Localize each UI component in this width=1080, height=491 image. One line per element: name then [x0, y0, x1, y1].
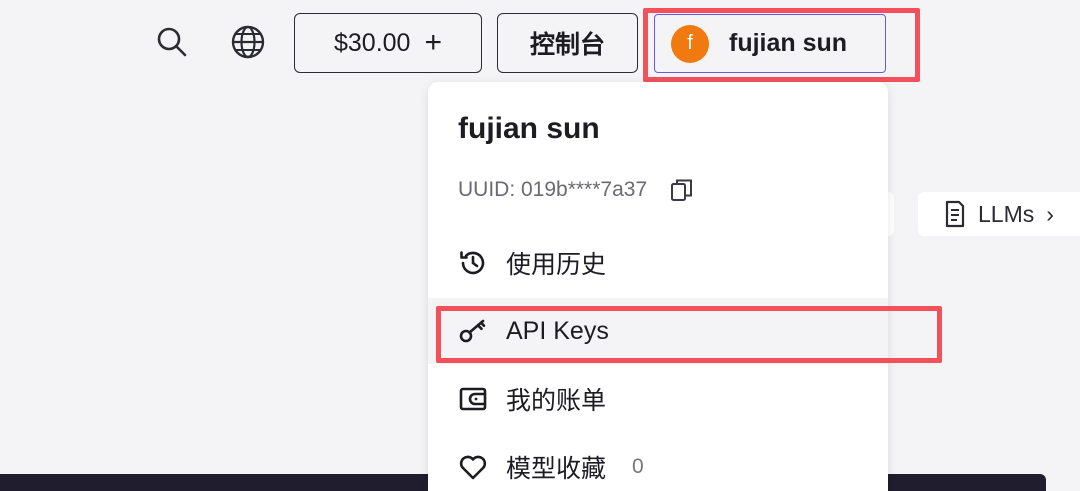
- console-label: 控制台: [529, 31, 605, 59]
- language-button[interactable]: [226, 20, 270, 64]
- menu-item-label: 我的账单: [506, 387, 607, 415]
- menu-item-label: 使用历史: [506, 251, 607, 279]
- chevron-right-icon: ›: [1046, 200, 1054, 227]
- avatar: f: [671, 24, 709, 63]
- user-dropdown-menu: fujian sun UUID: 019b****7a37 使用历史 API K…: [428, 82, 888, 491]
- search-icon: [157, 27, 187, 57]
- menu-item-model-favorites[interactable]: 模型收藏 0: [428, 434, 888, 491]
- menu-item-label: API Keys: [506, 316, 609, 345]
- console-button[interactable]: 控制台: [497, 13, 638, 73]
- heart-icon: [458, 452, 488, 482]
- add-funds-icon: +: [424, 26, 442, 59]
- balance-amount: $30.00: [334, 28, 411, 57]
- menu-item-usage-history[interactable]: 使用历史: [428, 230, 888, 296]
- llms-label: LLMs: [978, 200, 1035, 227]
- wallet-icon: [458, 384, 488, 414]
- menu-item-my-bills[interactable]: 我的账单: [428, 366, 888, 432]
- key-icon: [458, 316, 488, 346]
- menu-item-label: 模型收藏: [506, 455, 607, 483]
- menu-item-api-keys[interactable]: API Keys: [428, 298, 888, 364]
- globe-icon: [231, 25, 265, 59]
- history-icon: [458, 248, 488, 278]
- search-button[interactable]: [150, 20, 194, 64]
- copy-icon[interactable]: [669, 177, 695, 203]
- uuid-text: UUID: 019b****7a37: [458, 178, 648, 201]
- user-menu-button[interactable]: f fujian sun: [654, 14, 886, 73]
- llms-link[interactable]: LLMs ›: [918, 192, 1080, 236]
- document-icon: [945, 200, 965, 228]
- balance-button[interactable]: $30.00 +: [294, 13, 482, 73]
- user-uuid: UUID: 019b****7a37: [458, 177, 695, 203]
- favorites-count: 0: [632, 455, 644, 478]
- dropdown-user-name: fujian sun: [458, 112, 600, 145]
- avatar-initial: f: [687, 32, 693, 54]
- user-name: fujian sun: [729, 29, 848, 57]
